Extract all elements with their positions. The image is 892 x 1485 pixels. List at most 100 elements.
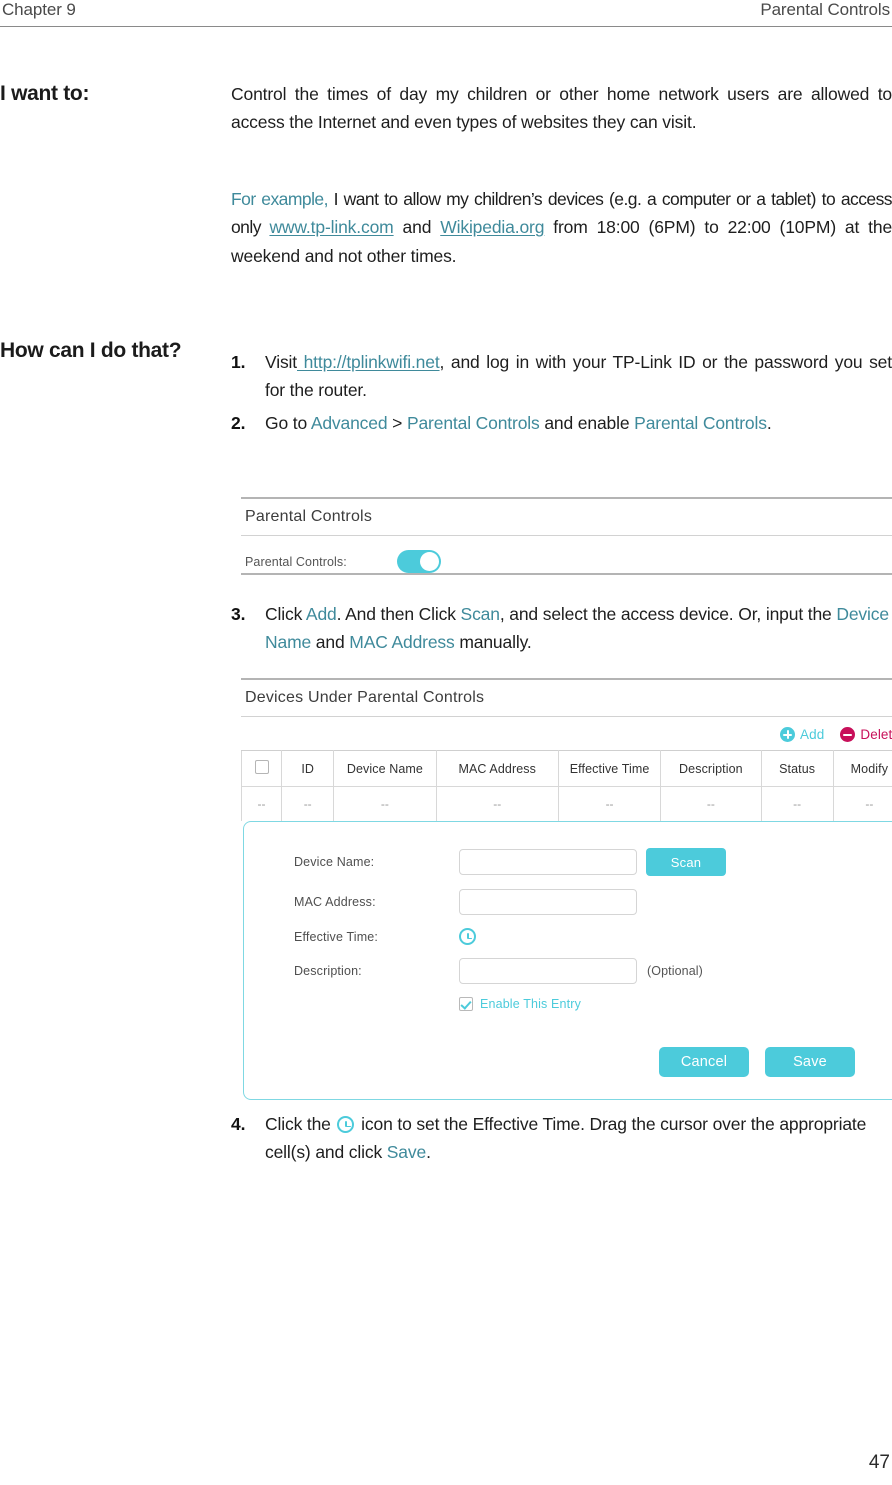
table-header-modify: Modify — [832, 750, 892, 787]
select-all-checkbox[interactable] — [254, 760, 269, 774]
example-joiner: and — [402, 217, 432, 238]
document-page: Chapter 9 Parental Controls I want to: H… — [0, 0, 892, 1485]
step-3-body: Click Add. And then Click Scan, and sele… — [265, 600, 892, 657]
parental-controls-toggle-label: Parental Controls: — [245, 554, 347, 569]
step-3-number: 3. — [231, 604, 246, 624]
page-number: 47 — [868, 1452, 890, 1473]
step-2: 2. Go to Advanced > Parental Controls an… — [231, 409, 892, 437]
step-2-sep: > — [387, 413, 407, 433]
step-1: 1. Visit http://tplinkwifi.net, and log … — [231, 348, 892, 405]
parental-controls-toggle[interactable] — [397, 550, 441, 573]
step-2-number: 2. — [231, 413, 246, 433]
effective-time-row: Effective Time: — [244, 928, 892, 945]
save-button[interactable]: Save — [765, 1047, 855, 1077]
step-4-pre: Click the — [265, 1114, 336, 1134]
step-4: 4. Click the icon to set the Effective T… — [231, 1110, 892, 1167]
step-1-number: 1. — [231, 352, 246, 372]
mac-address-label: MAC Address: — [294, 895, 376, 909]
clock-icon-inline — [337, 1116, 355, 1133]
device-name-input[interactable] — [459, 849, 637, 875]
step-1-pre: Visit — [265, 352, 297, 372]
parental-controls-panel-title: Parental Controls — [241, 499, 892, 536]
table-header-row: ID Device Name MAC Address Effective Tim… — [240, 750, 892, 787]
table-header-description: Description — [660, 750, 762, 787]
step-2-mid: and enable — [539, 413, 635, 433]
device-name-label: Device Name: — [294, 855, 375, 869]
step-3-mid-2: , and select the access device. Or, inpu… — [499, 604, 837, 624]
add-device-form: Device Name: Scan MAC Address: Effective… — [243, 821, 892, 1100]
step-3: 3. Click Add. And then Click Scan, and s… — [231, 600, 892, 657]
action-save: Save — [386, 1142, 427, 1163]
devices-panel-title: Devices Under Parental Controls — [241, 680, 892, 717]
form-action-buttons: Cancel Save — [244, 1047, 892, 1077]
toggle-knob — [420, 552, 439, 571]
minus-circle-icon — [840, 727, 856, 742]
cancel-button[interactable]: Cancel — [659, 1047, 749, 1077]
table-header-status: Status — [760, 750, 834, 787]
cell-mac-address: -- — [435, 786, 559, 821]
add-button[interactable]: Add — [780, 727, 824, 742]
step-3-pre: Click — [265, 604, 306, 624]
header-chapter: Chapter 9 — [2, 0, 76, 19]
delete-button[interactable]: Delete — [840, 727, 892, 742]
step-2-post: . — [766, 413, 772, 433]
step-2-body: Go to Advanced > Parental Controls and e… — [265, 409, 892, 437]
step-3-mid-1: . And then Click — [336, 604, 461, 624]
step-4-post: . — [426, 1142, 431, 1163]
devices-under-parental-controls-panel: Devices Under Parental Controls Add Dele… — [240, 678, 892, 1100]
table-header-id: ID — [281, 750, 335, 787]
cell-effective-time: -- — [557, 786, 662, 821]
description-label: Description: — [294, 964, 362, 978]
step-4-mid: icon to set the Effective Time. Drag the… — [265, 1114, 867, 1163]
enable-entry-checkbox[interactable] — [459, 997, 473, 1011]
link-wikipedia-org[interactable]: Wikipedia.org — [440, 217, 544, 237]
cell-id: -- — [281, 786, 335, 821]
parental-controls-panel: Parental Controls Parental Controls: — [241, 497, 892, 575]
cell-device-name: -- — [333, 786, 437, 821]
cell-description: -- — [660, 786, 762, 821]
description-input[interactable] — [459, 958, 637, 984]
menu-advanced: Advanced — [310, 413, 388, 433]
table-header-mac-address: MAC Address — [435, 750, 559, 787]
devices-table: ID Device Name MAC Address Effective Tim… — [240, 750, 892, 821]
feature-parental-controls: Parental Controls — [634, 413, 767, 433]
plus-circle-icon — [780, 727, 796, 742]
enable-entry-label: Enable This Entry — [480, 997, 581, 1011]
example-paragraph: For example, I want to allow my children… — [231, 185, 892, 270]
link-tplinkwifi-net[interactable]: http://tplinkwifi.net — [297, 352, 440, 372]
mac-address-input[interactable] — [459, 889, 637, 915]
scan-button[interactable]: Scan — [646, 848, 726, 876]
action-scan: Scan — [460, 604, 500, 624]
description-optional-note: (Optional) — [647, 964, 703, 978]
step-1-body: Visit http://tplinkwifi.net, and log in … — [265, 348, 892, 405]
document-header: Chapter 9 Parental Controls — [0, 0, 892, 32]
action-add: Add — [305, 604, 337, 624]
add-button-label: Add — [800, 727, 825, 742]
link-tp-link-com[interactable]: www.tp-link.com — [269, 217, 393, 237]
label-how-can-i-do-that: How can I do that? — [0, 339, 182, 362]
table-row: -- -- -- -- -- -- -- -- — [240, 786, 892, 821]
header-section: Parental Controls — [760, 0, 890, 19]
step-4-number: 4. — [231, 1114, 246, 1134]
field-mac-address: MAC Address — [349, 632, 455, 653]
label-i-want-to: I want to: — [0, 82, 90, 105]
step-4-body: Click the icon to set the Effective Time… — [265, 1110, 892, 1167]
enable-entry-row: Enable This Entry — [244, 997, 892, 1011]
example-prefix: For example, — [231, 189, 328, 209]
device-name-row: Device Name: Scan — [244, 848, 892, 876]
step-2-pre: Go to — [265, 413, 311, 433]
header-divider — [0, 26, 892, 27]
description-row: Description: (Optional) — [244, 958, 892, 984]
effective-time-label: Effective Time: — [294, 929, 378, 944]
step-3-post: manually. — [454, 632, 532, 653]
delete-button-label: Delete — [860, 727, 892, 742]
cell-status: -- — [760, 786, 834, 821]
table-header-effective-time: Effective Time — [557, 750, 662, 787]
cell-modify: -- — [832, 786, 892, 821]
step-3-mid-3: and — [311, 632, 350, 653]
clock-icon[interactable] — [459, 928, 476, 945]
cell-select: -- — [240, 786, 283, 821]
menu-parental-controls: Parental Controls — [406, 413, 540, 433]
intro-paragraph: Control the times of day my children or … — [231, 84, 892, 133]
table-header-select-all[interactable] — [240, 750, 283, 787]
